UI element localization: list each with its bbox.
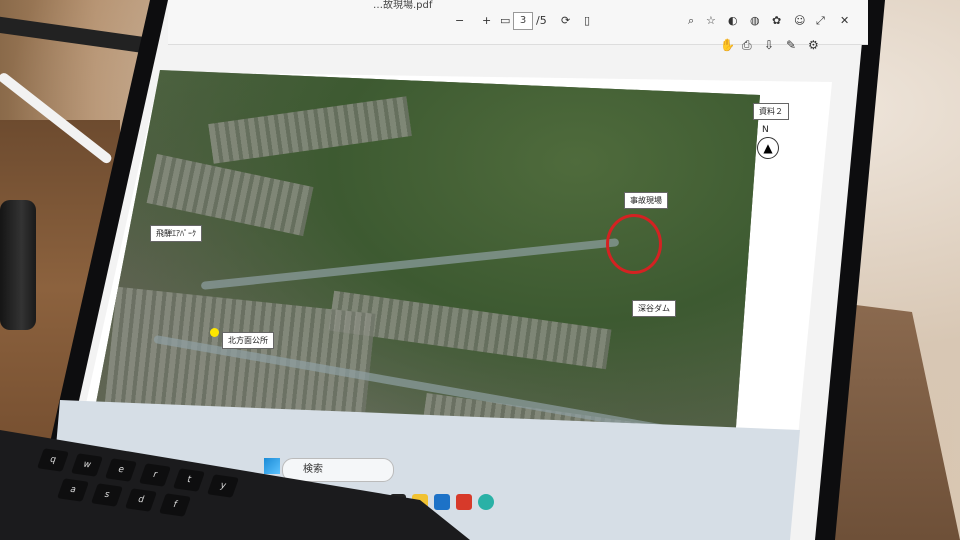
browser-icon[interactable]: ◍	[750, 14, 760, 27]
north-arrow-icon: ▲	[757, 137, 779, 159]
key[interactable]: r	[139, 463, 171, 487]
urban-area	[208, 96, 412, 164]
file-title: …故現場.pdf	[373, 0, 433, 11]
camera-object	[0, 200, 36, 330]
collections-icon[interactable]: ✿	[772, 14, 781, 27]
zoom-in-button[interactable]: +	[482, 14, 491, 27]
key[interactable]: q	[37, 448, 69, 472]
doc-label: 資料２	[753, 103, 789, 120]
store-icon[interactable]	[434, 494, 450, 510]
key[interactable]: t	[173, 468, 205, 492]
hand-tool-icon[interactable]: ✋	[720, 38, 735, 52]
draw-icon[interactable]: ✎	[786, 38, 796, 52]
urban-area	[146, 153, 314, 237]
office-icon[interactable]	[456, 494, 472, 510]
north-letter: N	[762, 125, 769, 135]
road-label: 飛騨ｴｱﾊﾟｰｸ	[150, 225, 202, 242]
river	[200, 238, 620, 290]
print-icon[interactable]: ⎙	[742, 38, 752, 53]
settings-icon[interactable]: ⚙	[808, 38, 819, 52]
start-button[interactable]	[264, 458, 280, 474]
key[interactable]: w	[71, 453, 103, 477]
fit-page-icon[interactable]: ▭	[500, 14, 510, 27]
favorite-icon[interactable]: ☆	[706, 14, 716, 27]
key[interactable]: s	[91, 483, 123, 507]
accident-site-label: 事故現場	[624, 192, 668, 209]
key[interactable]: e	[105, 458, 137, 482]
accident-site-circle	[606, 214, 662, 274]
pdf-toolbar: …故現場.pdf − + ▭ 3 /5 ⟳ ▯ ⌕ ☆ ◐ ◍ ✿ ☺ ⤢ ✕ …	[168, 0, 868, 52]
profile-icon[interactable]: ☺	[794, 14, 805, 27]
open-window-icon[interactable]: ⤢	[816, 14, 825, 28]
close-icon[interactable]: ✕	[840, 14, 849, 27]
station-label: 北方面公所	[222, 332, 274, 349]
save-icon[interactable]: ⇩	[764, 38, 774, 52]
rotate-icon[interactable]: ⟳	[561, 14, 570, 27]
edge-icon[interactable]	[478, 494, 494, 510]
dam-label: 深谷ダム	[632, 300, 676, 317]
key[interactable]: f	[159, 493, 191, 517]
key[interactable]: d	[125, 488, 157, 512]
location-marker	[210, 328, 219, 337]
page-total: /5	[536, 14, 547, 27]
key[interactable]: a	[57, 478, 89, 502]
key[interactable]: y	[207, 474, 239, 498]
page-number-input[interactable]: 3	[513, 12, 533, 30]
search-icon[interactable]: ⌕	[688, 14, 694, 28]
extensions-icon[interactable]: ◐	[728, 14, 738, 27]
taskbar-search[interactable]: 検索	[282, 458, 394, 482]
zoom-out-button[interactable]: −	[455, 14, 464, 27]
page-view-icon[interactable]: ▯	[584, 14, 590, 27]
